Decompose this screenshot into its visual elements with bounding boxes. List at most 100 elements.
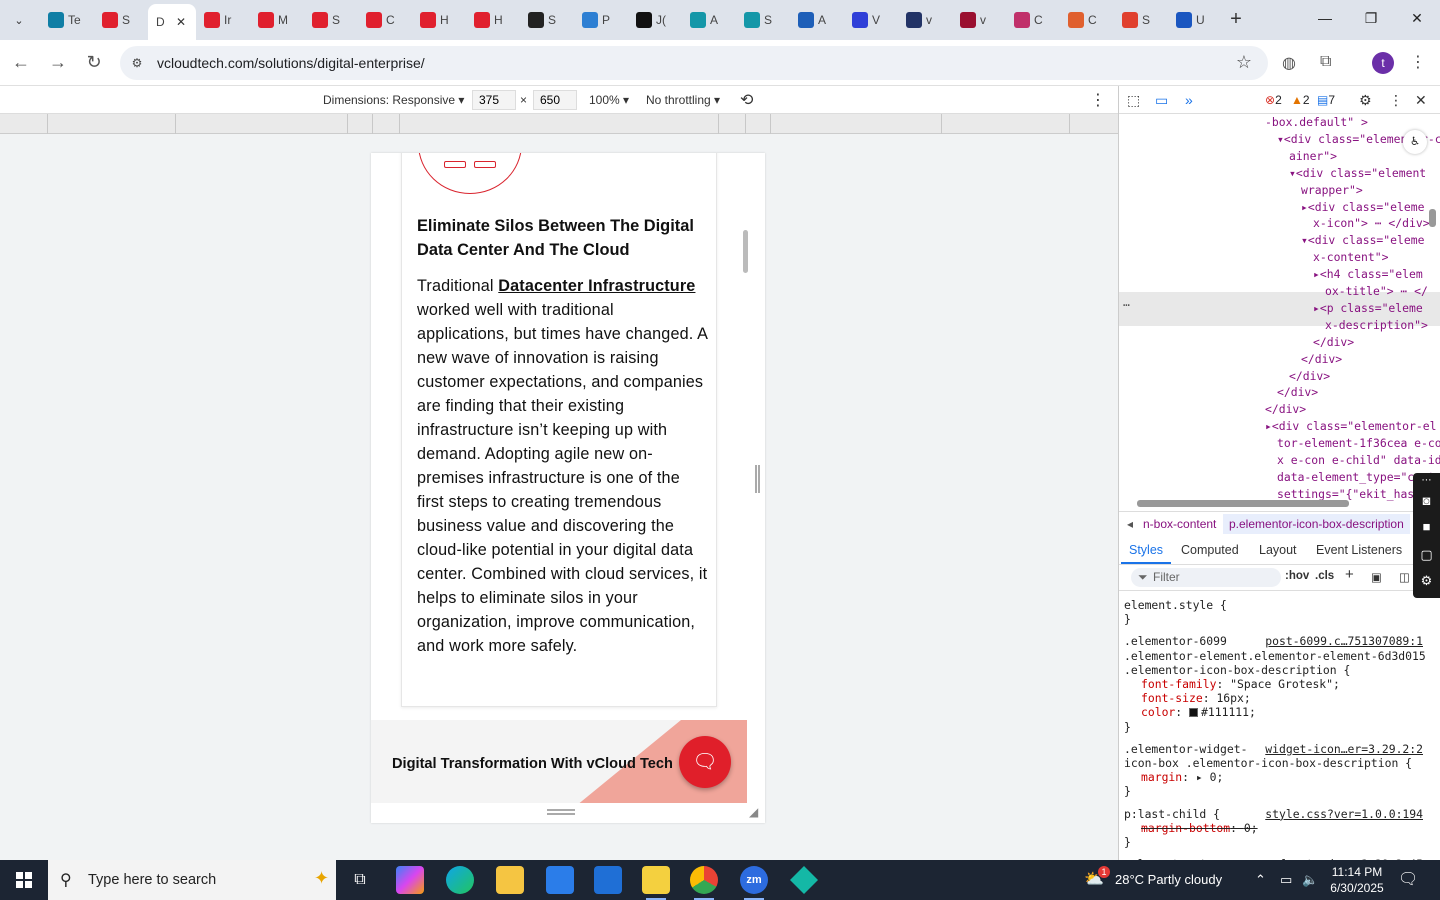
dom-node-line[interactable]: x e-con e-child" data-id [1277,452,1440,469]
volume-icon[interactable]: 🔈 [1302,872,1318,888]
task-view-icon[interactable]: ⧉ [346,866,374,894]
forward-icon[interactable]: → [47,52,69,73]
resize-handle-bottom[interactable] [547,809,575,815]
dom-node-line[interactable]: -box.default" > [1265,114,1368,131]
tab-computed[interactable]: Computed [1181,543,1239,557]
dom-node-line[interactable]: </div> [1277,384,1318,401]
tab-7[interactable]: H [412,6,466,34]
dom-node-line[interactable]: </div> [1301,351,1342,368]
elements-hscroll[interactable] [1137,500,1349,507]
css-property[interactable]: color [1141,705,1175,719]
settings-gear-icon[interactable]: ⚙ [1359,92,1372,109]
omnibox[interactable]: ⚙ vcloudtech.com/solutions/digital-enter… [120,46,1268,80]
tab-16[interactable]: v [898,6,952,34]
video-icon[interactable]: ■ [1418,519,1435,536]
copilot-icon[interactable] [396,866,424,894]
css-source-link[interactable]: post-6099.c…751307089:1 [1265,634,1423,648]
tab-close-icon[interactable]: ✕ [176,15,186,29]
tool-settings-icon[interactable]: ⚙ [1418,573,1435,590]
elements-tree[interactable]: … -box.default" > ▾<div class="elementor-… [1119,114,1440,501]
tab-17[interactable]: v [952,6,1006,34]
css-selector[interactable]: } [1124,784,1131,798]
tab-10[interactable]: P [574,6,628,34]
css-selector-line[interactable]: .elementor-icon-box-description { [1124,663,1350,677]
dom-node-line[interactable]: x-icon"> ⋯ </div> [1313,215,1430,232]
node-ellipsis[interactable]: … [1123,294,1130,311]
translate-icon[interactable]: ◍ [1282,53,1296,73]
accessibility-icon[interactable]: ♿ [1403,130,1427,154]
sidebar-toggle-icon[interactable]: ◫ [1399,570,1410,584]
file-explorer-icon[interactable] [496,866,524,894]
device-toggle-icon[interactable]: ▭ [1155,92,1168,109]
styles-filter-input[interactable]: ⏷ Filter [1131,568,1281,587]
inspect-element-icon[interactable]: ⬚ [1127,92,1140,109]
resize-handle-right[interactable] [755,465,760,493]
devtools-menu-icon[interactable]: ⋮ [1389,92,1403,109]
dom-node-line[interactable]: ▸<p class="eleme [1313,300,1423,317]
tab-1[interactable]: S [94,6,148,34]
browser-menu-icon[interactable]: ⋮ [1410,52,1426,72]
start-button[interactable] [0,860,48,900]
weather-text[interactable]: 28°C Partly cloudy [1115,872,1222,887]
dom-node-line[interactable]: ox-title"> ⋯ </ [1325,283,1428,300]
css-property[interactable]: font-family [1141,677,1216,691]
tab-15[interactable]: V [844,6,898,34]
dom-node-line[interactable]: ▾<div class="element [1289,165,1426,182]
color-swatch-icon[interactable] [1189,708,1199,718]
reload-icon[interactable]: ↻ [83,52,105,73]
new-rule-icon[interactable]: + [1345,566,1354,583]
css-source-link[interactable]: widget-icon…er=3.29.2:2 [1265,742,1423,756]
css-selector-line[interactable]: p:last-child { [1124,807,1220,821]
css-declaration[interactable]: margin: ▸ 0; [1141,770,1223,784]
more-panels-icon[interactable]: » [1185,92,1193,108]
camera-icon[interactable]: ◙ [1418,493,1435,510]
height-input[interactable] [533,90,577,110]
css-selector-line[interactable]: } [1124,720,1131,734]
link-more-icon[interactable]: ⋯ [1418,475,1435,492]
store-icon[interactable] [546,866,574,894]
media-query-ruler[interactable] [0,114,1118,134]
css-declaration[interactable]: font-size: 16px; [1141,691,1251,705]
dom-node-line[interactable]: </div> [1289,368,1330,385]
dom-node-line[interactable]: x-description"> [1325,317,1428,334]
dom-node-line[interactable]: tor-element-1f36cea e-co [1277,435,1440,452]
dom-node-line[interactable]: </div> [1313,334,1354,351]
css-property[interactable]: margin-bottom [1141,821,1230,835]
css-declaration[interactable]: color: #111111; [1141,705,1256,719]
close-devtools-icon[interactable]: ✕ [1415,92,1427,109]
css-selector[interactable]: } [1124,835,1131,849]
dom-node-line[interactable]: wrapper"> [1301,182,1363,199]
css-value[interactable]: "Space Grotesk"; [1230,677,1340,691]
network-icon[interactable]: ▭ [1280,872,1292,888]
cls-button[interactable]: .cls [1315,570,1334,582]
tab-13[interactable]: S [736,6,790,34]
css-selector[interactable]: } [1124,612,1131,626]
css-property[interactable]: margin [1141,770,1182,784]
taskbar-clock[interactable]: 11:14 PM 6/30/2025 [1328,864,1386,896]
site-info-icon[interactable]: ⚙ [128,54,146,72]
new-tab-button[interactable]: + [1225,8,1247,30]
css-declaration[interactable]: margin-bottom: 0; [1141,821,1258,835]
css-value[interactable]: ▸ 0; [1196,770,1223,784]
rotate-icon[interactable]: ⟲ [740,90,753,110]
chrome-icon[interactable] [690,866,718,900]
tab-19[interactable]: C [1060,6,1114,34]
sticky-notes-icon[interactable] [642,866,670,900]
tab-12[interactable]: A [682,6,736,34]
resize-corner-icon[interactable]: ◢ [749,805,763,819]
tab-styles[interactable]: Styles [1129,543,1163,557]
css-selector-line[interactable]: element.style { [1124,598,1227,612]
dom-node-line[interactable]: ▸<div class="elementor-el [1265,418,1436,435]
dom-node-line[interactable]: ▾<div class="eleme [1301,232,1424,249]
tab-2[interactable]: D ✕ [148,4,196,40]
tab-21[interactable]: U [1168,6,1222,34]
close-window-icon[interactable]: ✕ [1407,10,1427,27]
css-selector[interactable]: icon-box .elementor-icon-box-description… [1124,756,1412,770]
css-selector[interactable]: .elementor-6099 [1124,634,1227,648]
tab-4[interactable]: M [250,6,304,34]
css-selector[interactable]: p:last-child { [1124,807,1220,821]
info-count[interactable]: ▤7 [1317,93,1335,107]
css-selector-line[interactable]: .elementor-widget- [1124,742,1247,756]
dom-node-line[interactable]: ▸<h4 class="elem [1313,266,1423,283]
tab-5[interactable]: S [304,6,358,34]
